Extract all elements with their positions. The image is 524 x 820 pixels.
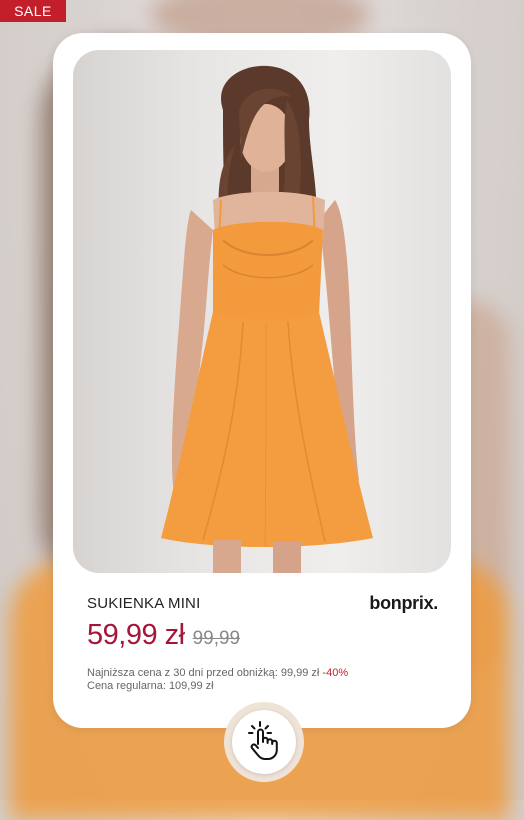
price-row: 59,99 zł 99,99 bbox=[87, 619, 240, 652]
hand-tap-icon bbox=[246, 720, 282, 765]
lowest-price-text: Najniższa cena z 30 dni przed obniżką: 9… bbox=[87, 667, 320, 679]
product-card[interactable]: SUKIENKA MINI bonprix. 59,99 zł 99,99 Na… bbox=[53, 33, 471, 728]
brand-logo: bonprix. bbox=[369, 593, 438, 613]
price-info: Najniższa cena z 30 dni przed obniżką: 9… bbox=[87, 667, 348, 693]
current-price: 59,99 zł bbox=[87, 619, 185, 651]
lowest-price-line: Najniższa cena z 30 dni przed obniżką: 9… bbox=[87, 667, 348, 680]
sale-badge: SALE bbox=[0, 0, 66, 22]
model-illustration bbox=[161, 65, 373, 573]
regular-price-text: Cena regularna: 109,99 zł bbox=[87, 680, 214, 692]
tap-button[interactable] bbox=[232, 710, 296, 774]
product-name[interactable]: SUKIENKA MINI bbox=[87, 595, 200, 612]
product-image[interactable] bbox=[73, 50, 451, 573]
old-price: 99,99 bbox=[192, 628, 241, 649]
discount-badge: -40% bbox=[322, 667, 349, 679]
